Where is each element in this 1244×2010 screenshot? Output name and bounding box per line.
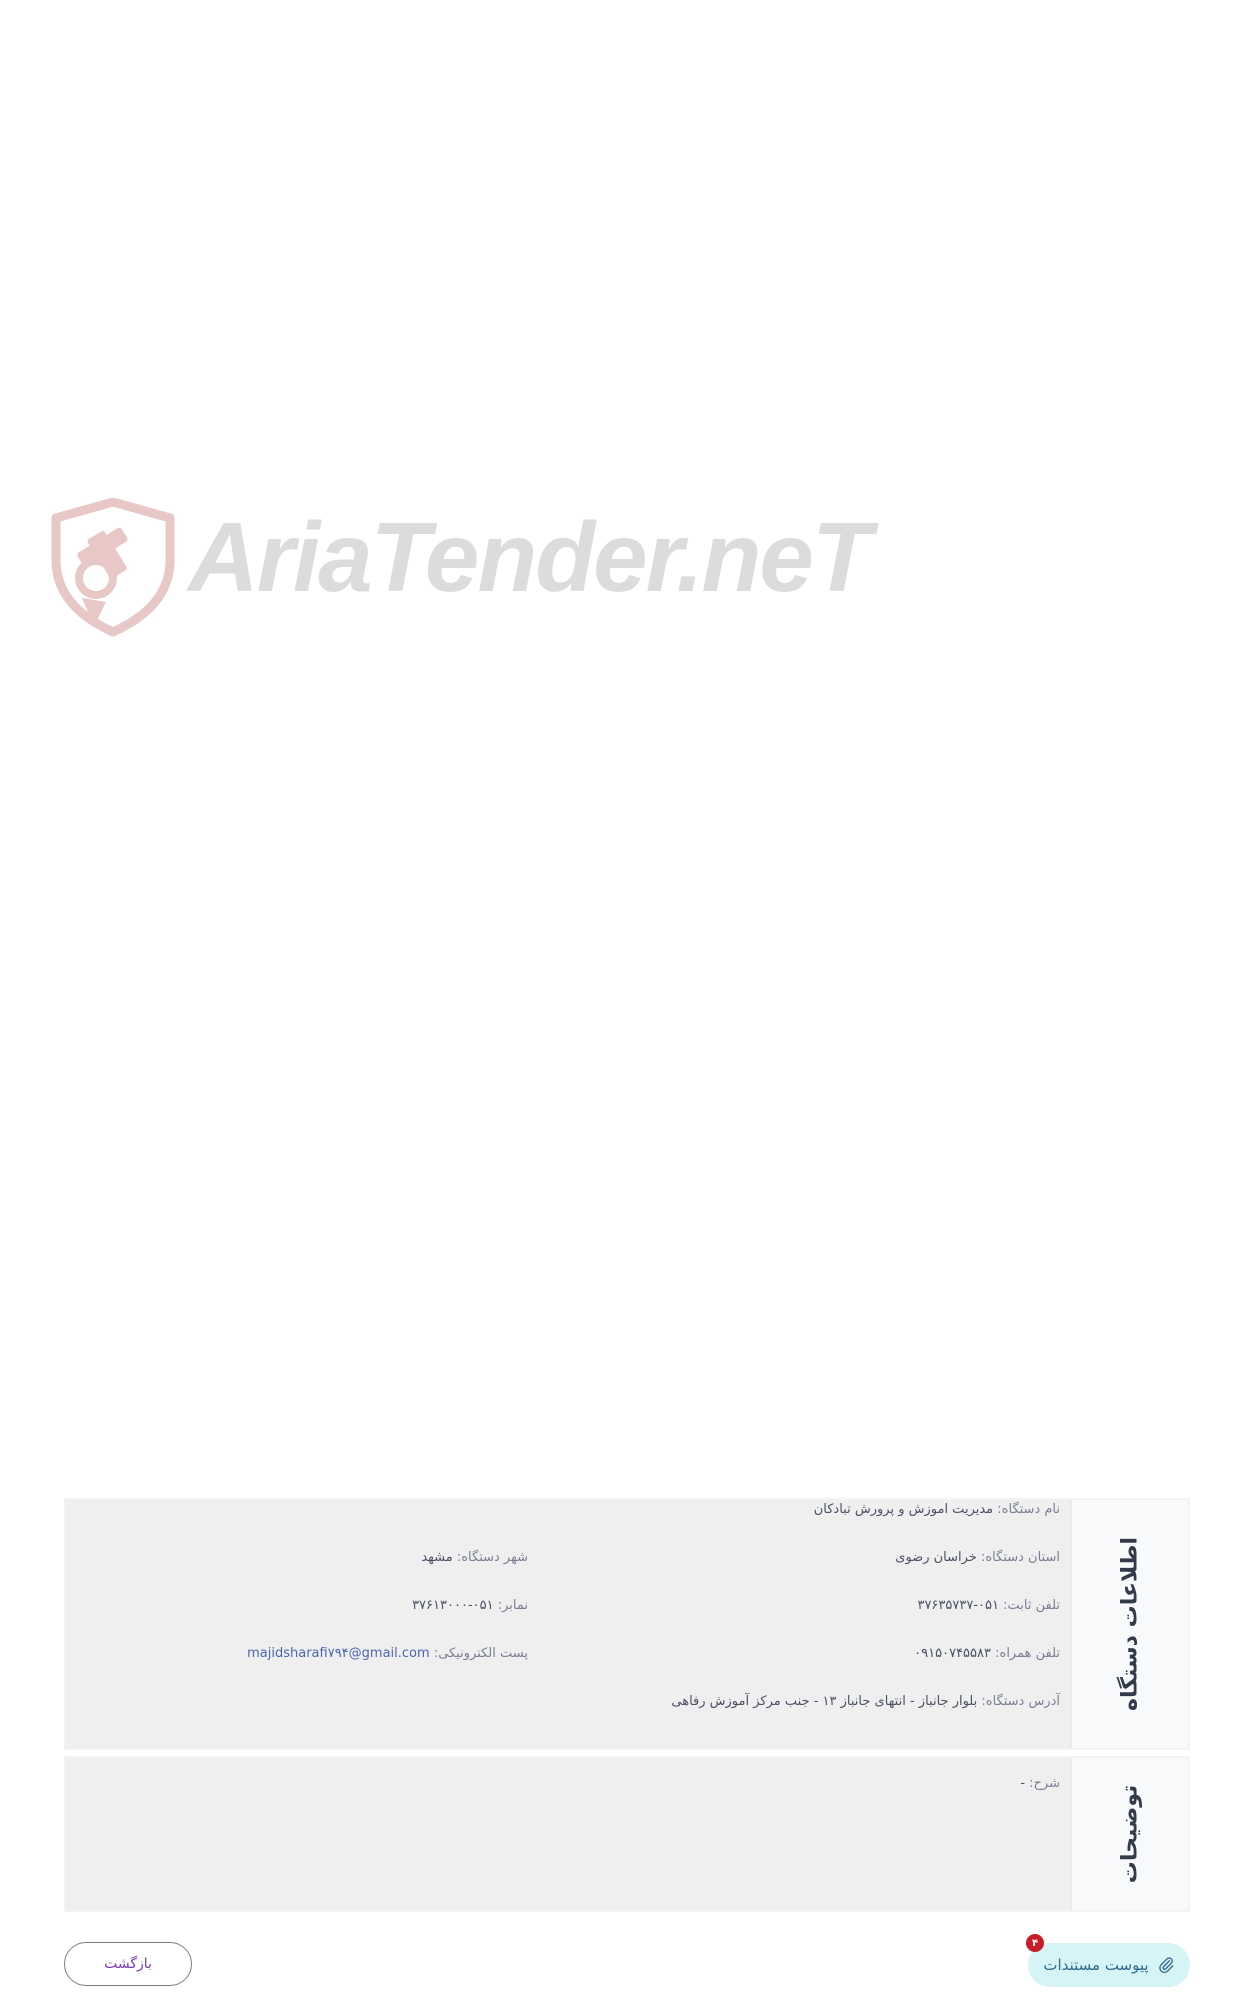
device-name-field: نام دستگاه: مدیریت اموزش و پرورش تبادکان	[814, 1502, 1060, 1517]
description-label: شرح:	[1029, 1776, 1060, 1791]
device-mobile-field: تلفن همراه: ۰۹۱۵۰۷۴۵۵۸۳	[914, 1646, 1060, 1661]
device-city-field: شهر دستگاه: مشهد	[421, 1550, 528, 1565]
device-info-header: اطلاعات دستگاه	[1070, 1500, 1188, 1748]
device-address-label: آدرس دستگاه:	[981, 1694, 1060, 1709]
device-city-label: شهر دستگاه:	[456, 1550, 528, 1565]
device-email-value[interactable]: majidsharafi۷۹۴@gmail.com	[247, 1646, 430, 1661]
device-fax-value: ۰۵۱-۳۷۶۱۳۰۰۰	[412, 1598, 494, 1613]
description-panel: توضیحات شرح: -	[64, 1756, 1190, 1912]
device-address-field: آدرس دستگاه: بلوار جانباز - انتهای جانبا…	[671, 1694, 1060, 1709]
device-province-field: استان دستگاه: خراسان رضوی	[895, 1550, 1060, 1565]
description-title: توضیحات	[1117, 1784, 1143, 1884]
device-fax-field: نمابر: ۰۵۱-۳۷۶۱۳۰۰۰	[412, 1598, 528, 1613]
device-city-value: مشهد	[421, 1550, 453, 1565]
device-phone-field: تلفن ثابت: ۰۵۱-۳۷۶۳۵۷۳۷	[917, 1598, 1060, 1613]
back-button[interactable]: بازگشت	[64, 1942, 192, 1986]
tender-detail-page: AriaTender.neT اطلاعات دستگاه نام دستگاه…	[0, 0, 1244, 2010]
device-email-field: پست الکترونیکی: majidsharafi۷۹۴@gmail.co…	[247, 1646, 528, 1661]
device-phone-label: تلفن ثابت:	[1003, 1598, 1060, 1613]
device-mobile-label: تلفن همراه:	[995, 1646, 1060, 1661]
attachments-label: پیوست مستندات	[1043, 1956, 1149, 1974]
device-name-value: مدیریت اموزش و پرورش تبادکان	[813, 1502, 994, 1517]
device-email-label: پست الکترونیکی:	[433, 1646, 528, 1661]
description-field: شرح: -	[1020, 1776, 1060, 1791]
paperclip-icon	[1158, 1957, 1174, 1974]
description-header: توضیحات	[1070, 1758, 1188, 1910]
watermark-logo: AriaTender.neT	[48, 498, 872, 638]
description-value: -	[1020, 1776, 1026, 1791]
attachments-button[interactable]: پیوست مستندات	[1028, 1943, 1190, 1987]
attachments-count-badge: ۴	[1026, 1934, 1044, 1952]
device-mobile-value: ۰۹۱۵۰۷۴۵۵۸۳	[914, 1646, 991, 1661]
device-address-value: بلوار جانباز - انتهای جانباز ۱۳ - جنب مر…	[671, 1694, 978, 1709]
shield-logo-icon	[51, 498, 175, 637]
device-fax-label: نمابر:	[497, 1598, 528, 1613]
device-province-label: استان دستگاه:	[980, 1550, 1060, 1565]
device-province-value: خراسان رضوی	[895, 1550, 977, 1565]
device-phone-value: ۰۵۱-۳۷۶۳۵۷۳۷	[917, 1598, 999, 1613]
device-info-title: اطلاعات دستگاه	[1117, 1537, 1143, 1711]
watermark-brand-text: AriaTender.neT	[188, 502, 872, 612]
device-info-panel: اطلاعات دستگاه نام دستگاه: مدیریت اموزش …	[64, 1498, 1190, 1750]
device-name-label: نام دستگاه:	[997, 1502, 1060, 1517]
